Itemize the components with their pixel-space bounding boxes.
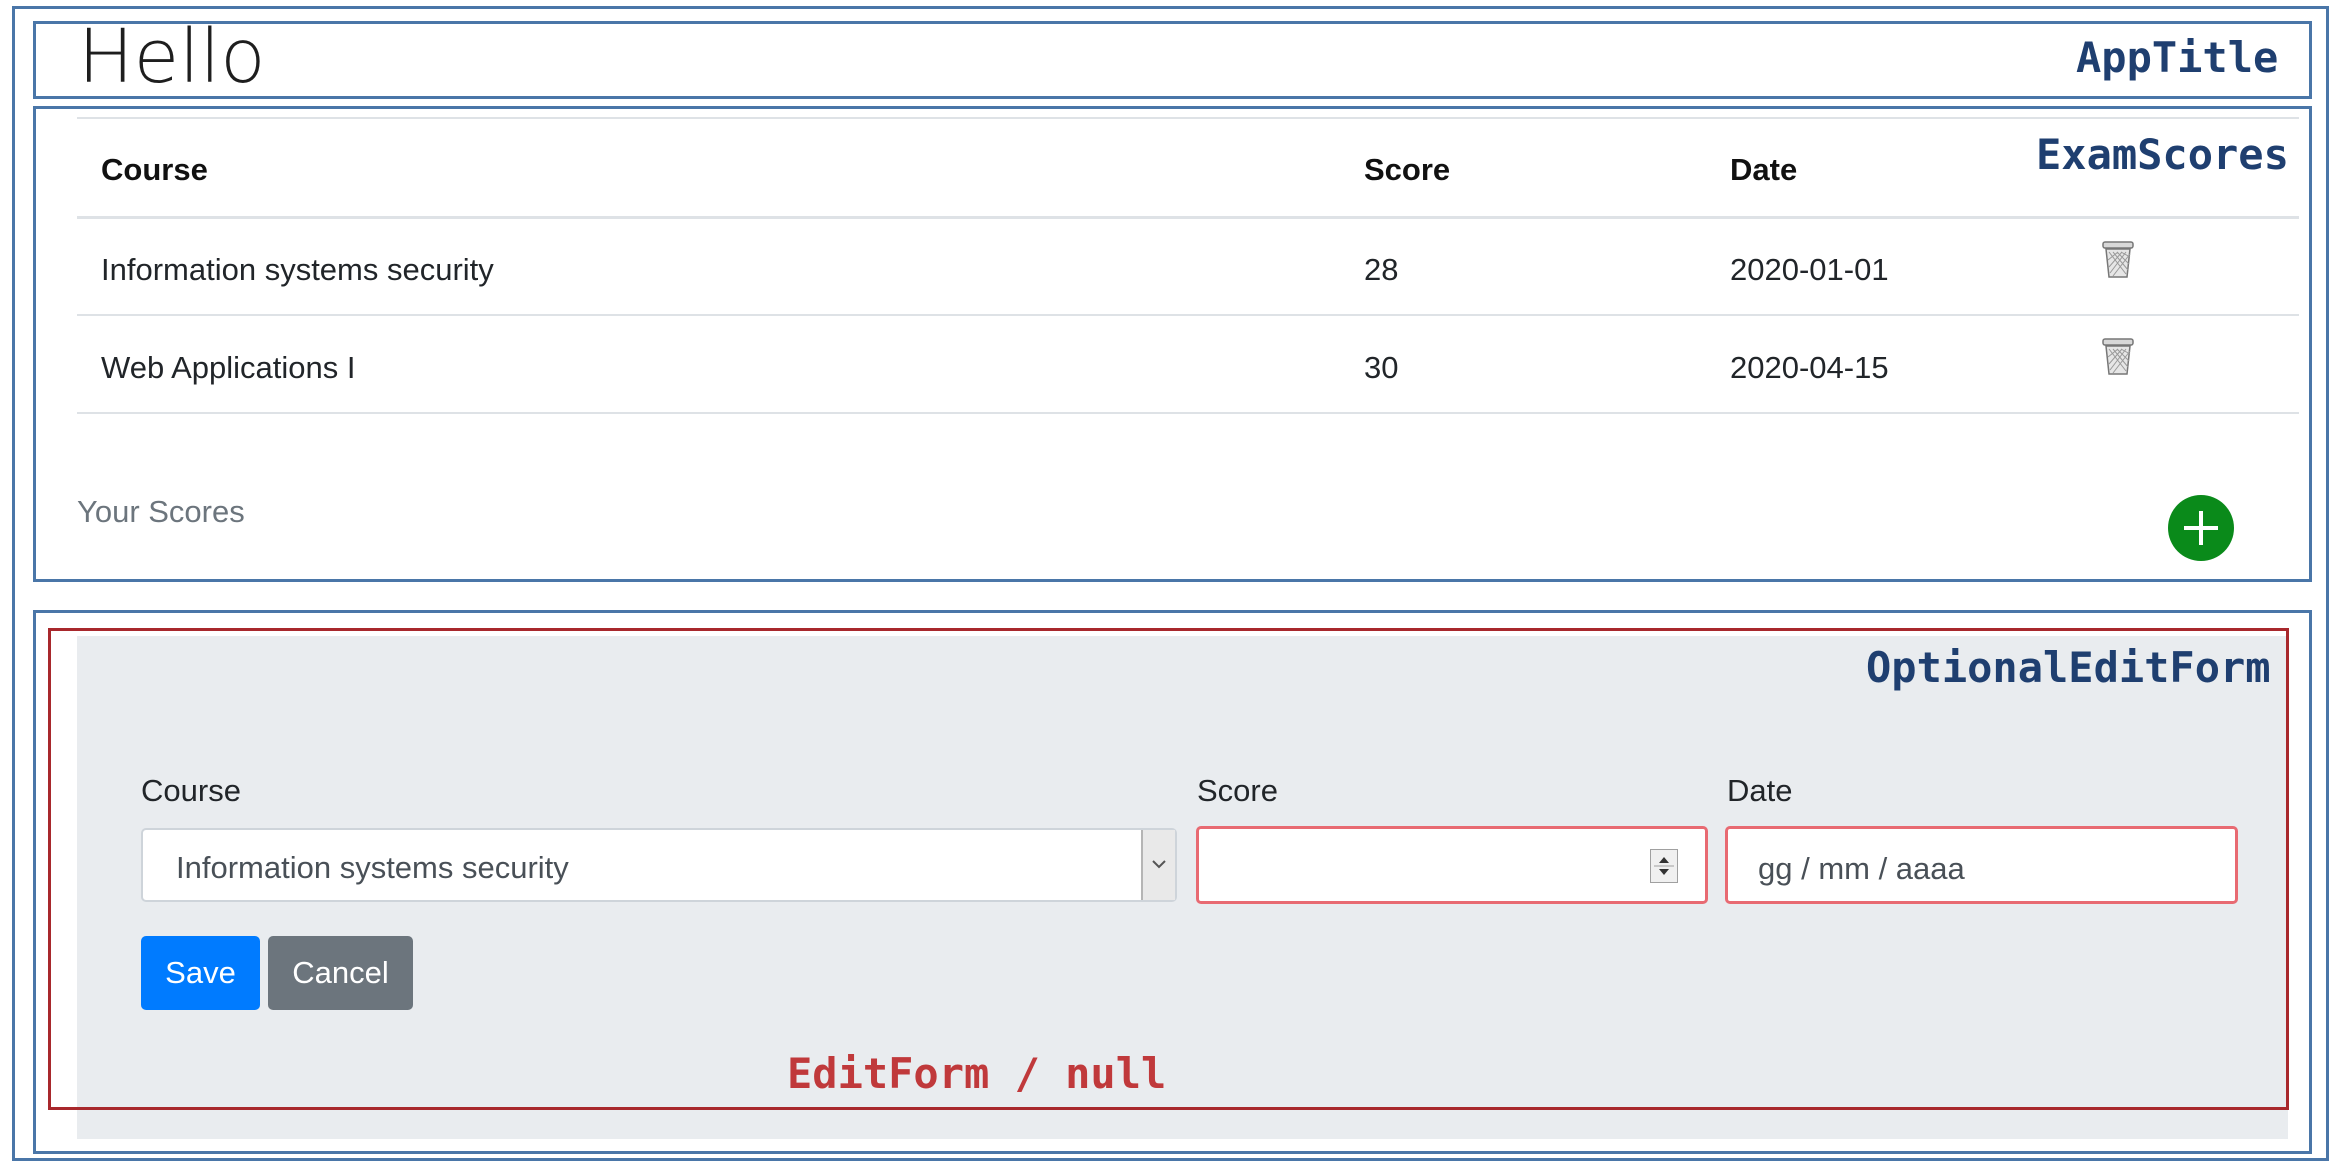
score-input[interactable] [1196,826,1708,904]
course-label: Course [141,773,241,808]
trash-icon[interactable] [2099,337,2137,377]
cell-date: 2020-01-01 [1730,252,1889,287]
date-placeholder: gg / mm / aaaa [1758,851,1965,886]
header-date: Date [1730,152,1798,187]
trash-icon[interactable] [2099,240,2137,280]
examscores-annotation: ExamScores [2036,130,2289,179]
course-select[interactable]: Information systems security [141,828,1177,902]
examscores-component-frame [33,106,2312,582]
table-top-border [77,117,2299,119]
cell-course: Web Applications I [101,350,356,385]
apptitle-component-frame [33,21,2312,99]
date-input[interactable]: gg / mm / aaaa [1725,826,2238,904]
editform-null-annotation: EditForm / null [787,1049,1167,1098]
course-select-value: Information systems security [176,850,569,885]
table-caption: Your Scores [77,494,245,529]
row-divider [77,412,2299,414]
table-header-border [77,216,2299,219]
cell-score: 30 [1364,350,1399,385]
plus-circle-icon [2184,511,2218,545]
score-label: Score [1197,773,1278,808]
page-title: Hello [78,14,266,100]
header-course: Course [101,152,208,187]
cell-course: Information systems security [101,252,494,287]
header-score: Score [1364,152,1451,187]
cell-score: 28 [1364,252,1399,287]
cancel-button[interactable]: Cancel [268,936,413,1010]
save-button[interactable]: Save [141,936,260,1010]
date-label: Date [1727,773,1793,808]
row-divider [77,314,2299,316]
cell-date: 2020-04-15 [1730,350,1889,385]
apptitle-annotation: AppTitle [2076,33,2279,82]
add-score-button[interactable] [2168,495,2234,561]
optional-edit-form-annotation: OptionalEditForm [1866,643,2271,692]
spinner-arrows-icon[interactable] [1650,849,1678,883]
chevron-down-icon[interactable] [1141,830,1175,900]
